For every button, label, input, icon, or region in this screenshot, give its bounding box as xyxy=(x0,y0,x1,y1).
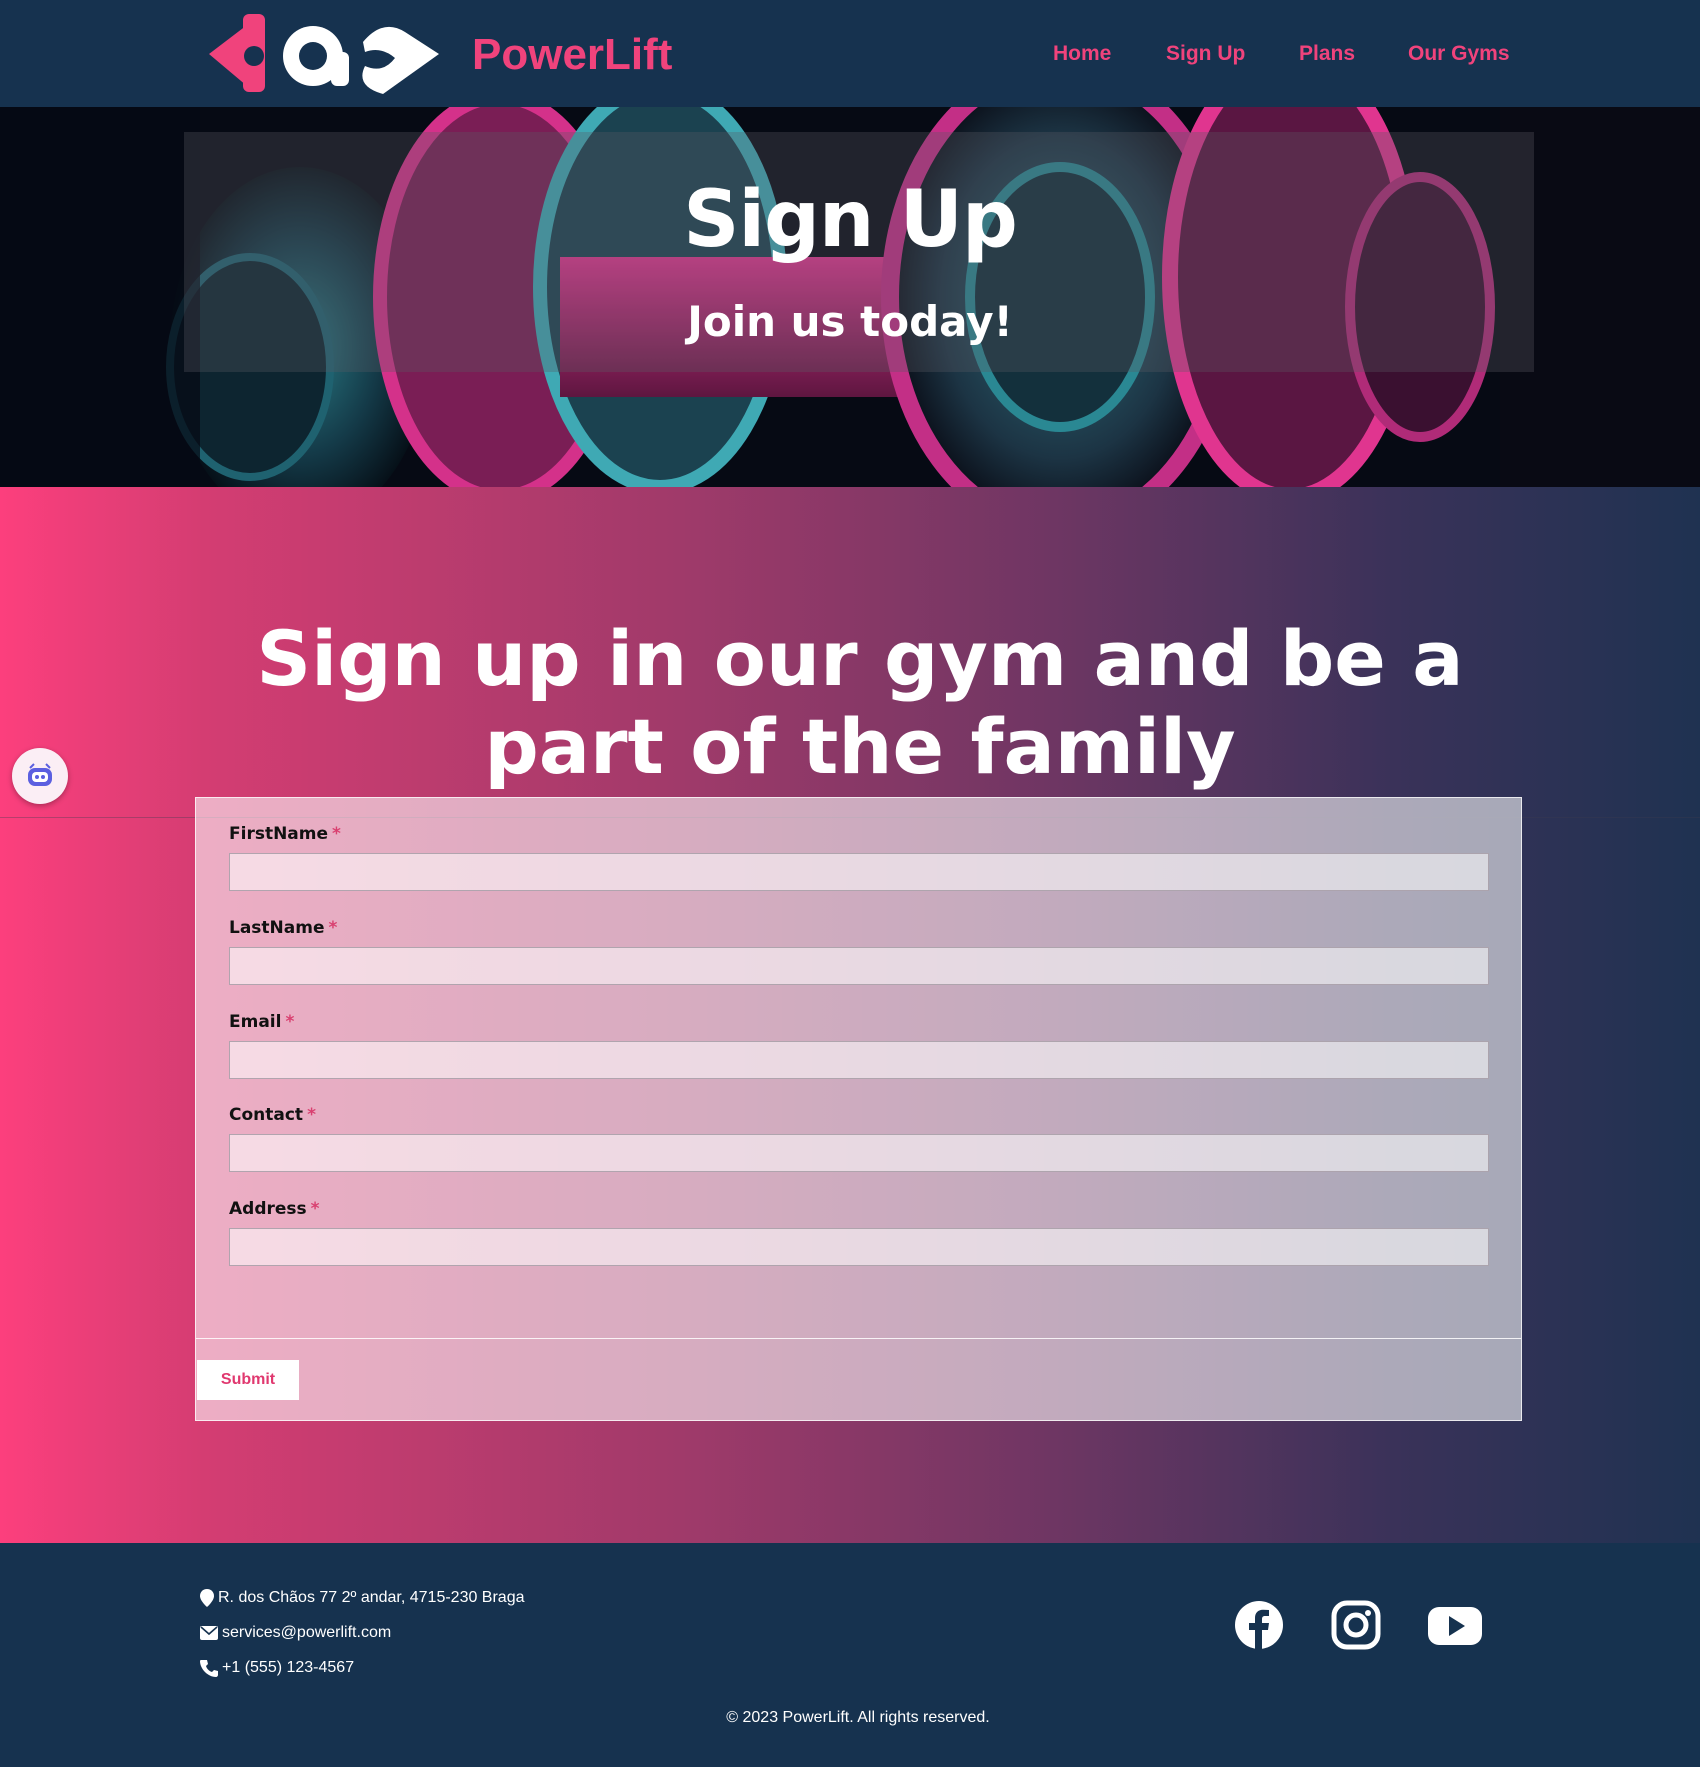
submit-button[interactable]: Submit xyxy=(197,1360,299,1400)
signup-form: FirstName * LastName * Email * Contact * Add… xyxy=(195,797,1522,1421)
lastname-input[interactable] xyxy=(229,947,1489,985)
nav-plans[interactable]: Plans xyxy=(1299,42,1355,66)
hero-banner: Sign Up Join us today! xyxy=(0,107,1700,487)
firstname-input[interactable] xyxy=(229,853,1489,891)
contact-label: Contact * xyxy=(229,1105,316,1125)
nav-our-gyms[interactable]: Our Gyms xyxy=(1408,42,1510,66)
hero-title: Sign Up xyxy=(683,175,1018,265)
contact-input[interactable] xyxy=(229,1134,1489,1172)
youtube-icon[interactable] xyxy=(1426,1599,1484,1651)
site-footer: R. dos Chãos 77 2º andar, 4715-230 Braga… xyxy=(0,1543,1700,1767)
nav-sign-up[interactable]: Sign Up xyxy=(1166,42,1245,66)
instagram-icon[interactable] xyxy=(1330,1599,1382,1651)
hero-subtitle: Join us today! xyxy=(687,297,1013,346)
email-label: Email * xyxy=(229,1012,295,1032)
footer-address: R. dos Chãos 77 2º andar, 4715-230 Braga xyxy=(200,1589,525,1607)
robot-icon xyxy=(26,762,54,790)
footer-email[interactable]: services@powerlift.com xyxy=(200,1624,391,1642)
copyright-text: © 2023 PowerLift. All rights reserved. xyxy=(726,1709,990,1726)
chat-assistant-button[interactable] xyxy=(12,748,68,804)
form-divider xyxy=(196,1338,1521,1339)
address-label: Address * xyxy=(229,1199,320,1219)
email-input[interactable] xyxy=(229,1041,1489,1079)
facebook-icon[interactable] xyxy=(1233,1599,1285,1651)
footer-phone[interactable]: +1 (555) 123-4567 xyxy=(200,1659,354,1677)
logo-icon[interactable] xyxy=(205,12,441,96)
brand-name[interactable]: PowerLift xyxy=(472,30,672,80)
nav-home[interactable]: Home xyxy=(1053,42,1111,66)
lastname-label: LastName * xyxy=(229,918,338,938)
envelope-icon xyxy=(200,1626,218,1640)
section-title: Sign up in our gym and be a part of the … xyxy=(256,614,1464,791)
firstname-label: FirstName * xyxy=(229,824,341,844)
map-pin-icon xyxy=(200,1589,214,1607)
address-input[interactable] xyxy=(229,1228,1489,1266)
phone-icon xyxy=(200,1660,218,1677)
signup-section: Sign up in our gym and be a part of the … xyxy=(0,487,1700,1543)
site-header: PowerLift Home Sign Up Plans Our Gyms xyxy=(0,0,1700,107)
